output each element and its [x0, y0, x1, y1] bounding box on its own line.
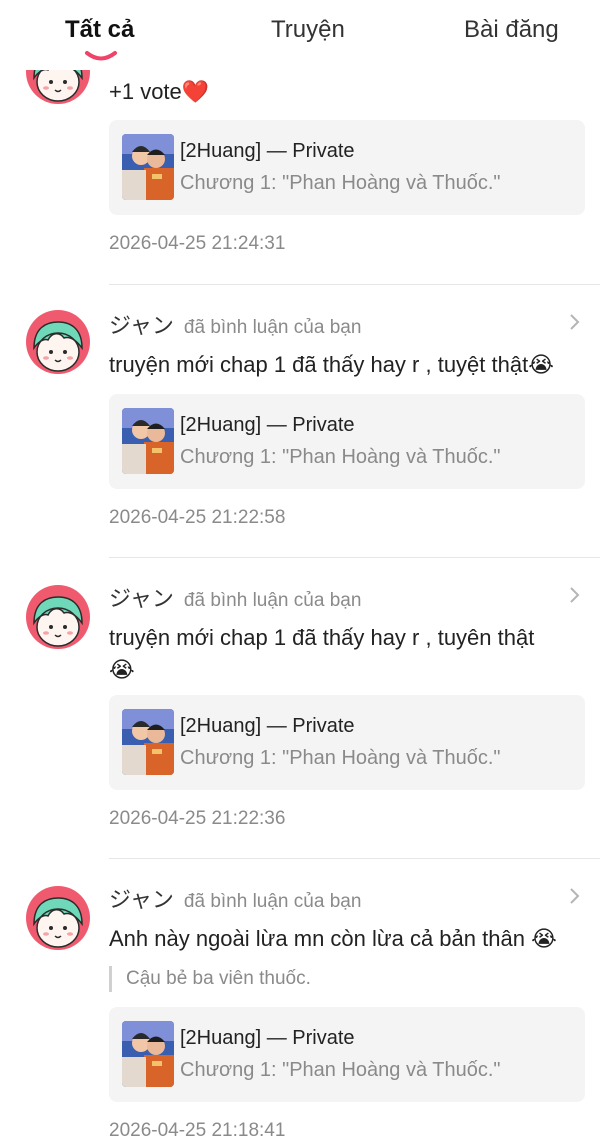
- action-text: đã bình luận của bạn: [183, 590, 362, 611]
- crying-emoji: 😭: [109, 658, 135, 683]
- action-text: đã bình luận của bạn: [183, 891, 362, 912]
- comment-text: truyện mới chap 1 đã thấy hay r , tuyên …: [109, 625, 535, 683]
- comment-text: Anh này ngoài lừa mn còn lừa cả bản thân…: [109, 926, 557, 952]
- tab-posts[interactable]: Bài đăng: [464, 16, 559, 44]
- name-row: ジャン đã bình luận của bạn: [109, 882, 361, 912]
- heart-emoji: ❤️: [181, 80, 210, 105]
- chapter-title: Chương 1: "Phan Hoàng và Thuốc.": [180, 446, 501, 468]
- story-card[interactable]: [2Huang] — Private Chương 1: "Phan Hoàng…: [109, 394, 585, 489]
- timestamp: 2026-04-25 21:22:36: [109, 808, 286, 829]
- name-row: ジャン đã bình luận của bạn: [109, 308, 361, 338]
- username[interactable]: ジャン: [109, 313, 174, 338]
- quoted-text: Cậu bẻ ba viên thuốc.: [109, 966, 311, 992]
- story-card[interactable]: [2Huang] — Private Chương 1: "Phan Hoàng…: [109, 120, 585, 215]
- story-cover: [122, 1021, 174, 1087]
- user-avatar[interactable]: [26, 310, 90, 374]
- timestamp: 2026-04-25 21:18:41: [109, 1120, 286, 1141]
- divider: [109, 557, 600, 558]
- tab-all[interactable]: Tất cả: [65, 16, 134, 44]
- story-title: [2Huang] — Private: [180, 715, 355, 737]
- username[interactable]: ジャン: [109, 887, 174, 912]
- crying-emoji: 😭: [528, 353, 554, 378]
- chapter-title: Chương 1: "Phan Hoàng và Thuốc.": [180, 1059, 501, 1081]
- tab-stories[interactable]: Truyện: [271, 16, 345, 44]
- action-text: đã bình luận của bạn: [183, 317, 362, 338]
- user-avatar[interactable]: [26, 585, 90, 649]
- chevron-right-icon[interactable]: [568, 886, 582, 906]
- comment-text: truyện mới chap 1 đã thấy hay r , tuyệt …: [109, 352, 554, 378]
- tab-bar: Tất cả Truyện Bài đăng: [0, 0, 600, 70]
- story-cover: [122, 709, 174, 775]
- story-title: [2Huang] — Private: [180, 414, 355, 436]
- story-cover: [122, 408, 174, 474]
- active-tab-indicator: [85, 51, 117, 61]
- comment-text: +1 vote❤️: [109, 79, 210, 105]
- user-avatar[interactable]: [26, 886, 90, 950]
- divider: [109, 858, 600, 859]
- chapter-title: Chương 1: "Phan Hoàng và Thuốc.": [180, 747, 501, 769]
- username[interactable]: ジャン: [109, 586, 174, 611]
- story-title: [2Huang] — Private: [180, 1027, 355, 1049]
- crying-emoji: 😭: [531, 927, 557, 952]
- divider: [109, 284, 600, 285]
- story-title: [2Huang] — Private: [180, 140, 355, 162]
- timestamp: 2026-04-25 21:24:31: [109, 233, 286, 254]
- story-card[interactable]: [2Huang] — Private Chương 1: "Phan Hoàng…: [109, 695, 585, 790]
- chevron-right-icon[interactable]: [568, 312, 582, 332]
- chevron-right-icon[interactable]: [568, 585, 582, 605]
- chapter-title: Chương 1: "Phan Hoàng và Thuốc.": [180, 172, 501, 194]
- story-cover: [122, 134, 174, 200]
- timestamp: 2026-04-25 21:22:58: [109, 507, 286, 528]
- story-card[interactable]: [2Huang] — Private Chương 1: "Phan Hoàng…: [109, 1007, 585, 1102]
- name-row: ジャン đã bình luận của bạn: [109, 581, 361, 611]
